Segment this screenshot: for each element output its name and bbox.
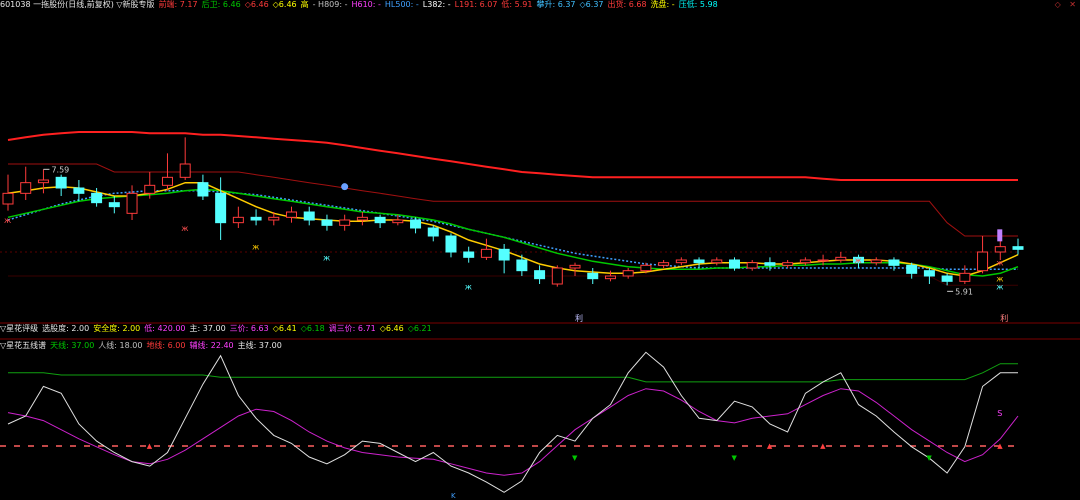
candle-body-27 xyxy=(480,248,492,258)
candle-body-38 xyxy=(675,259,687,264)
candle-body-19 xyxy=(339,219,351,226)
candle-body-23 xyxy=(410,219,422,229)
candle-body-4 xyxy=(73,187,85,194)
signal-block xyxy=(997,229,1003,242)
candle-body-20 xyxy=(356,216,368,221)
candle-body-52 xyxy=(923,270,935,277)
candle-body-31 xyxy=(551,267,563,285)
signal-butterfly-8: ж xyxy=(996,283,1003,292)
candle-body-47 xyxy=(835,256,847,261)
oscillator-s-label: S xyxy=(997,409,1002,418)
candle-body-13 xyxy=(232,216,244,224)
signal-dot xyxy=(341,183,349,191)
red-band-line xyxy=(7,131,1018,181)
oscillator-arrow-0: ▲ xyxy=(147,442,153,450)
low-label: 5.91 xyxy=(955,287,973,296)
candle-body-15 xyxy=(268,216,280,221)
candle-body-53 xyxy=(941,275,953,282)
candle-body-8 xyxy=(144,184,156,194)
oscillator-arrow-3: ▲ xyxy=(767,442,773,450)
candle-body-0 xyxy=(2,192,14,205)
signal-butterfly-5: ж xyxy=(855,256,862,265)
candle-body-36 xyxy=(640,264,652,272)
candle-body-39 xyxy=(693,259,705,264)
candle-body-16 xyxy=(286,211,298,218)
ma-mid-line xyxy=(7,188,1019,277)
candle-body-50 xyxy=(888,259,900,266)
lower-band-line xyxy=(8,275,1018,286)
candle-body-57 xyxy=(1012,246,1024,250)
candle-body-29 xyxy=(516,259,528,272)
candle-body-10 xyxy=(179,163,191,178)
candle-body-51 xyxy=(906,264,918,274)
candle-body-6 xyxy=(108,202,120,208)
candle-body-40 xyxy=(711,259,723,264)
signal-butterfly-4: ж xyxy=(465,283,472,292)
candle-body-45 xyxy=(799,259,811,264)
oscillator-arrow-6: ▲ xyxy=(997,442,1003,450)
candle-body-35 xyxy=(622,270,634,277)
candle-body-43 xyxy=(764,262,776,266)
ma-long-line xyxy=(7,189,1018,271)
candle-body-32 xyxy=(569,264,581,269)
candle-body-25 xyxy=(445,235,457,253)
oscillator-arrow-1: ▼ xyxy=(572,454,578,462)
candle-body-44 xyxy=(782,262,794,266)
candle-body-26 xyxy=(463,251,475,258)
oscillator-arrow-4: ▲ xyxy=(820,442,826,450)
flag-label-1: 利 xyxy=(575,313,583,323)
oscillator-green-line xyxy=(8,363,1018,383)
candle-body-22 xyxy=(392,219,404,224)
candle-body-55 xyxy=(977,251,989,272)
oscillator-arrow-5: ▼ xyxy=(926,454,932,462)
candle-body-12 xyxy=(215,192,227,224)
candle-body-46 xyxy=(817,259,829,262)
candle-body-18 xyxy=(321,219,333,226)
candle-body-3 xyxy=(55,176,67,189)
oscillator-k-label: K xyxy=(451,492,456,500)
candle-body-21 xyxy=(374,216,386,224)
candle-body-56 xyxy=(994,246,1006,253)
candle-body-30 xyxy=(534,270,546,280)
chart-canvas[interactable]: 7.595.91жжжжжжжжж利 利▲▼ ▼▲ ▲▼▲SK xyxy=(0,0,1080,500)
candle-body-1 xyxy=(20,182,32,194)
candle-body-11 xyxy=(197,182,209,197)
oscillator-magenta-line xyxy=(7,388,1019,476)
signal-butterfly-7: ж xyxy=(996,259,1003,268)
candle-body-9 xyxy=(161,176,173,186)
candle-body-42 xyxy=(746,262,758,269)
high-label: 7.59 xyxy=(51,165,69,174)
candle-body-14 xyxy=(250,216,262,221)
oscillator-white-line xyxy=(7,351,1018,493)
flag-label-2: 利 xyxy=(1000,313,1008,323)
signal-butterfly-1: ж xyxy=(181,224,188,233)
candle-body-41 xyxy=(728,259,740,269)
candle-body-33 xyxy=(587,272,599,280)
candle-body-5 xyxy=(91,192,103,204)
upper-band-line xyxy=(8,163,1018,237)
candle-body-49 xyxy=(870,259,882,264)
oscillator-arrow-2: ▼ xyxy=(731,454,737,462)
candle-body-2 xyxy=(37,179,49,184)
signal-butterfly-3: ж xyxy=(323,253,330,262)
candle-body-34 xyxy=(604,275,616,280)
candle-body-54 xyxy=(959,272,971,282)
signal-butterfly-0: ж xyxy=(4,216,11,225)
candle-body-7 xyxy=(126,192,138,214)
candle-body-17 xyxy=(303,211,315,221)
candle-body-28 xyxy=(498,248,510,261)
signal-butterfly-2: ж xyxy=(252,243,259,252)
candle-body-24 xyxy=(427,227,439,237)
candle-body-37 xyxy=(658,262,670,266)
